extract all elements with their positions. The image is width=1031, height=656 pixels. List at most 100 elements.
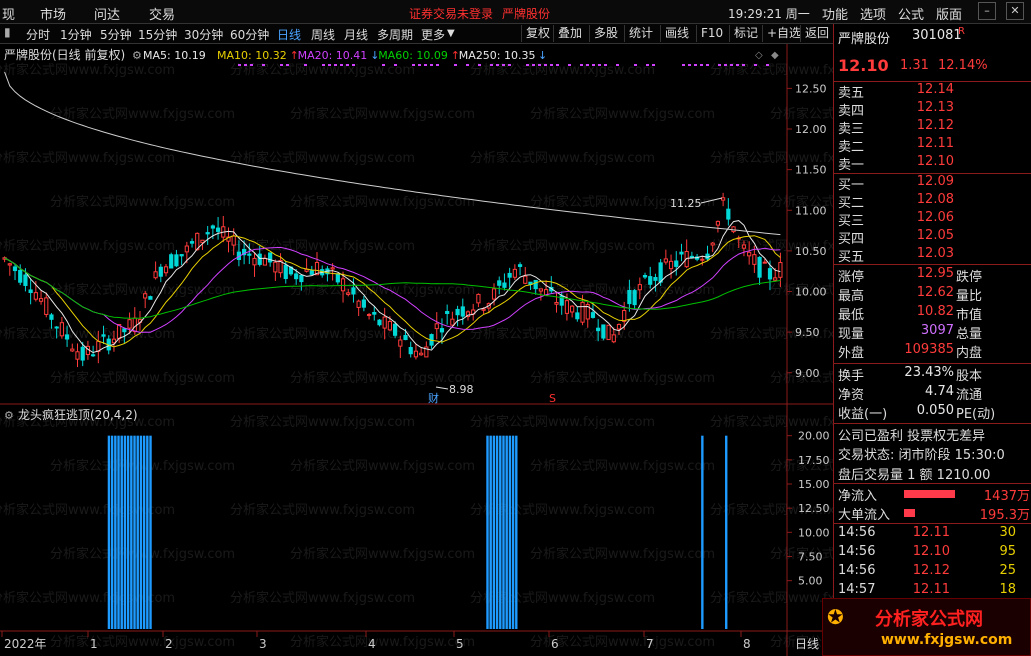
ask-row[interactable]: 卖二 12.11 (834, 136, 1031, 155)
stat2-row[interactable]: 收益(一) 0.050 PE(动) (834, 403, 1031, 422)
tab-1min[interactable]: 1分钟 (60, 26, 92, 43)
stat-row[interactable]: 最高 12.62 量比 (834, 285, 1031, 304)
stat2-row[interactable]: 净资 4.74 流通 (834, 384, 1031, 403)
tab-30min[interactable]: 30分钟 (184, 26, 223, 43)
bid-row[interactable]: 买四 12.05 (834, 228, 1031, 247)
tab-60min[interactable]: 60分钟 (230, 26, 269, 43)
indicator-icon[interactable]: ⚙ (4, 409, 14, 422)
sell-marker[interactable]: S (549, 392, 556, 405)
bid-row[interactable]: 买三 12.06 (834, 210, 1031, 229)
menu-layout[interactable]: 版面 (936, 4, 962, 23)
candle-body (356, 300, 361, 308)
stat-row[interactable]: 外盘 109385 内盘 (834, 342, 1031, 361)
tab-more[interactable]: 更多 (421, 26, 445, 43)
signal-dot (454, 64, 457, 66)
menu-formula[interactable]: 公式 (898, 4, 924, 23)
candle-body (366, 314, 372, 317)
chevron-down-icon[interactable]: ▼ (447, 28, 455, 39)
bid-row[interactable]: 买一 12.09 (834, 174, 1031, 193)
stat-row[interactable]: 涨停 12.95 跌停 (834, 266, 1031, 285)
btn-stats[interactable]: 统计 (624, 25, 657, 42)
candle-body (554, 301, 559, 305)
tab-fenshi[interactable]: 分时 (26, 26, 50, 43)
candle-body (179, 254, 184, 257)
time-tick-label: 2022年 (4, 637, 47, 651)
ask-row[interactable]: 卖五 12.14 (834, 82, 1031, 101)
logo-url: www.fxjgsw.com (881, 632, 1013, 648)
tab-5min[interactable]: 5分钟 (100, 26, 132, 43)
stat-row[interactable]: 现量 3097 总量 (834, 323, 1031, 342)
tab-15min[interactable]: 15分钟 (138, 26, 177, 43)
candle-body (80, 346, 85, 361)
indicator-bar (120, 435, 123, 629)
menu-item-wenda[interactable]: 问达 (94, 4, 120, 23)
bid-row-label: 买一 (838, 178, 865, 193)
candle-body (674, 260, 679, 267)
menu-options[interactable]: 选项 (860, 4, 886, 23)
settings-icon[interactable]: ⚙ (132, 49, 142, 62)
close-icon[interactable]: ✕ (1006, 2, 1024, 20)
btn-mark[interactable]: 标记 (729, 25, 762, 42)
ask-row[interactable]: 卖一 12.10 (834, 154, 1031, 173)
signal-dot (394, 64, 397, 66)
btn-draw[interactable]: 画线 (660, 25, 693, 42)
tab-monthly[interactable]: 月线 (344, 26, 368, 43)
tab-weekly[interactable]: 周线 (311, 26, 335, 43)
kline-chart[interactable]: 分析家公式网www.fxjgsw.com 分析家公式网www.fxjgsw.com… (0, 44, 833, 656)
stat2-row-value: 4.74 (925, 384, 954, 399)
indicator-bar (492, 435, 496, 629)
toolbar-handle-icon[interactable]: ▮ (4, 25, 11, 39)
menu-function[interactable]: 功能 (822, 4, 848, 23)
tab-multi-period[interactable]: 多周期 (377, 26, 413, 43)
btn-fuquan[interactable]: 复权 (521, 25, 554, 42)
ask-row[interactable]: 卖三 12.12 (834, 118, 1031, 137)
watermark-text: 分析家公式网www.fxjgsw.com (230, 150, 415, 166)
menu-item-0[interactable]: 现 (2, 4, 15, 23)
candle-body (590, 312, 596, 318)
notice-stock[interactable]: 严牌股份 (502, 5, 550, 22)
stock-header[interactable]: 严牌股份 301081 R (834, 26, 1031, 47)
watermark-text: 分析家公式网www.fxjgsw.com (470, 150, 655, 166)
menu-item-trade[interactable]: 交易 (149, 4, 175, 23)
candle-body (351, 287, 356, 295)
candle-body (752, 254, 757, 265)
btn-multi-stock[interactable]: 多股 (589, 25, 622, 42)
more-icon[interactable]: ◆ (771, 50, 779, 61)
chart-title: 严牌股份(日线 前复权) (4, 47, 125, 62)
signal-dot (436, 64, 439, 66)
candle-body (340, 278, 346, 292)
ma-legend: MA5: 10.19 MA10: 10.32 ↑MA20: 10.41 ↓MA60: … (143, 49, 547, 62)
watermark-text: 分析家公式网www.fxjgsw.com (530, 106, 715, 122)
btn-add-watchlist[interactable]: +自选 (762, 25, 805, 42)
bid-row[interactable]: 买二 12.08 (834, 192, 1031, 211)
btn-overlay[interactable]: 叠加 (553, 25, 586, 42)
stock-name: 严牌股份 (838, 32, 891, 47)
candle-body (403, 334, 408, 341)
tick-time: 14:57 (838, 582, 876, 597)
candle-body (18, 269, 23, 283)
signal-dot (694, 64, 697, 66)
login-notice[interactable]: 证券交易未登录 (409, 5, 493, 22)
btn-f10[interactable]: F10 (696, 25, 727, 42)
minimize-icon[interactable]: – (978, 2, 996, 20)
diamond-icon[interactable]: ◇ (755, 50, 763, 61)
time-tick-label: 8 (743, 637, 751, 651)
menu-item-market[interactable]: 市场 (40, 4, 66, 23)
separator (834, 483, 1031, 484)
indicator-bar (505, 435, 508, 629)
signal-dot (340, 64, 343, 66)
stat2-row[interactable]: 换手 23.43% 股本 (834, 365, 1031, 384)
tick-price: 12.10 (912, 544, 950, 559)
time-tick-label: 4 (368, 637, 376, 651)
btn-back[interactable]: 返回 (800, 25, 833, 42)
stat-row[interactable]: 最低 10.82 市值 (834, 304, 1031, 323)
signal-dot (526, 64, 529, 66)
indicator-bar (114, 435, 117, 629)
finance-marker[interactable]: 财 (428, 391, 439, 405)
tab-daily[interactable]: 日线 (277, 26, 301, 43)
indicator-bar (110, 435, 114, 629)
tick-row: 14:56 12.11 30 (834, 525, 1031, 544)
bid-row[interactable]: 买五 12.03 (834, 246, 1031, 265)
indicator-bar (117, 435, 120, 629)
ask-row[interactable]: 卖四 12.13 (834, 100, 1031, 119)
